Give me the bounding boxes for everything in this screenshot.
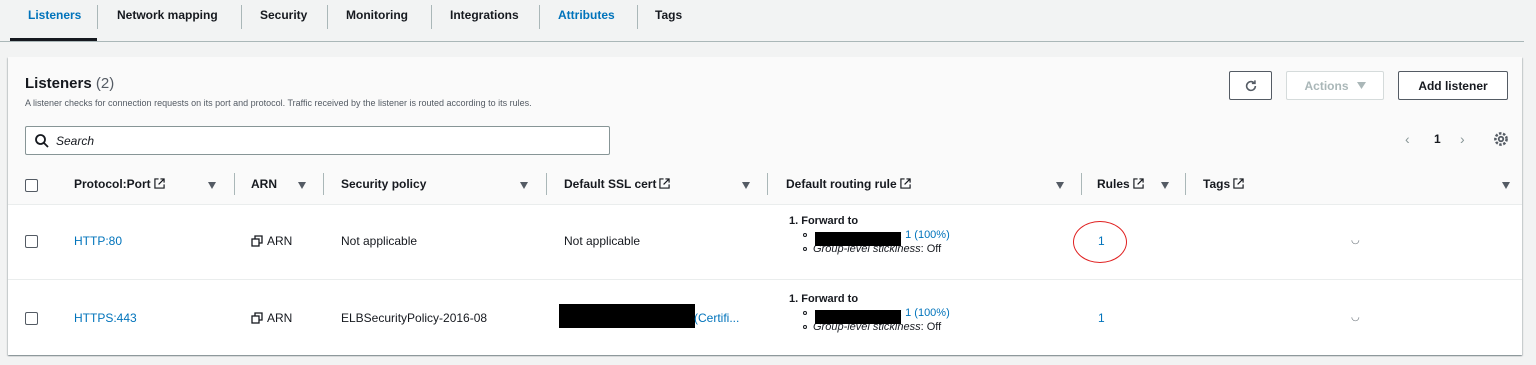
redacted-certificate [559,304,695,328]
list-bullet [803,324,807,329]
column-header-protocol-port[interactable]: Protocol:Port [74,177,165,191]
route-title: 1. Forward to [789,215,859,227]
tab-divider [431,5,432,29]
stickiness-value: : Off [920,243,942,255]
tab-network-mapping[interactable]: Network mapping [117,8,218,26]
tab-divider [241,5,242,29]
annotation-circle [1073,221,1127,263]
tab-attributes[interactable]: Attributes [558,8,615,26]
panel-header: Listeners (2) A listener checks for conn… [8,57,1522,205]
column-header-arn[interactable]: ARN [251,177,277,191]
loading-spinner-icon: ◡ [1351,235,1360,246]
external-link-icon [1133,178,1144,189]
copy-icon [251,312,263,324]
sort-caret-icon[interactable] [1502,182,1510,189]
ssl-cert-link[interactable]: (Certifi... [694,311,739,325]
loading-spinner-icon: ◡ [1351,312,1360,323]
tab-monitoring[interactable]: Monitoring [346,8,408,26]
row-divider [8,279,1522,280]
listener-link-http[interactable]: HTTP:80 [74,234,122,248]
security-policy-value: Not applicable [341,234,418,248]
sort-caret-icon[interactable] [1161,182,1169,189]
sort-caret-icon[interactable] [208,182,216,189]
caret-down-icon [1356,82,1366,89]
column-divider [323,173,324,195]
panel-description: A listener checks for connection request… [25,98,532,108]
external-link-icon [659,178,671,189]
external-link-icon [1233,178,1244,189]
list-bullet [803,246,807,251]
column-divider [234,173,235,195]
tab-divider [97,5,98,29]
listener-count: (2) [95,75,115,92]
listeners-panel: Listeners (2) A listener checks for conn… [8,57,1522,355]
tab-divider [539,5,540,29]
tab-integrations[interactable]: Integrations [450,8,519,26]
page-number[interactable]: 1 [1434,132,1441,146]
panel-title-text: Listeners [25,75,92,92]
column-header-default-ssl-cert[interactable]: Default SSL cert [564,177,671,191]
column-header-default-routing-rule[interactable]: Default routing rule [786,177,911,191]
target-group-percent: : 1 (100%) [899,307,950,319]
sort-caret-icon[interactable] [520,182,528,189]
refresh-icon [1245,79,1256,91]
sort-caret-icon[interactable] [742,182,750,189]
select-all-checkbox[interactable] [25,179,38,192]
route-title: 1. Forward to [789,293,859,305]
security-policy-value: ELBSecurityPolicy-2016-08 [341,311,488,325]
column-divider [1185,173,1186,195]
actions-label: Actions [1304,78,1349,93]
sort-caret-icon[interactable] [1056,182,1064,189]
redacted-target-group [815,310,901,324]
listener-link-https[interactable]: HTTPS:443 [74,311,137,325]
tab-tags[interactable]: Tags [655,8,682,26]
detail-tabs: Listeners Network mapping Security Monit… [0,0,1524,42]
gear-icon[interactable] [1492,130,1510,148]
column-divider [1081,173,1082,195]
column-header-tags[interactable]: Tags [1203,177,1244,191]
active-tab-indicator [10,38,97,41]
panel-title: Listeners (2) [25,75,114,92]
row-checkbox[interactable] [25,235,38,248]
copy-arn-button[interactable]: ARN [251,311,292,325]
stickiness-value: : Off [920,321,942,333]
previous-page-icon[interactable]: ‹ [1405,131,1410,147]
tab-security[interactable]: Security [260,8,307,26]
tab-listeners[interactable]: Listeners [28,8,81,26]
column-header-security-policy[interactable]: Security policy [341,177,426,191]
search-input[interactable]: Search [25,126,610,155]
external-link-icon [153,178,165,189]
list-bullet [803,310,807,315]
refresh-button[interactable] [1229,71,1272,100]
ssl-cert-value: Not applicable [564,234,641,248]
column-divider [767,173,768,195]
search-placeholder: Search [56,134,95,148]
actions-button[interactable]: Actions [1286,71,1384,100]
search-icon [35,134,49,148]
tab-divider [327,5,328,29]
column-header-rules[interactable]: Rules [1097,177,1144,191]
copy-arn-button[interactable]: ARN [251,234,292,248]
target-group-percent: : 1 (100%) [899,229,950,241]
sort-caret-icon[interactable] [298,182,306,189]
add-listener-button[interactable]: Add listener [1398,71,1508,100]
row-checkbox[interactable] [25,312,38,325]
rules-count-link[interactable]: 1 [1098,311,1105,325]
list-bullet [803,232,807,237]
next-page-icon[interactable]: › [1460,131,1465,147]
external-link-icon [899,178,911,189]
redacted-target-group [815,232,901,246]
column-divider [546,173,547,195]
tab-divider [637,5,638,29]
copy-icon [251,235,263,247]
